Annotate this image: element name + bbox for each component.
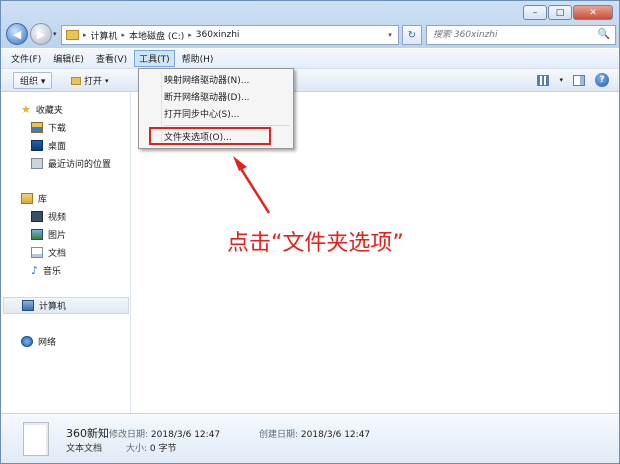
search-input[interactable] <box>433 30 593 40</box>
nav-label: 最近访问的位置 <box>48 160 112 170</box>
menu-divider <box>164 125 290 126</box>
view-controls: ▾ ? <box>537 73 609 87</box>
open-label: 打开 <box>84 77 103 87</box>
menu-bar: 文件(F) 编辑(E) 查看(V) 工具(T) 帮助(H) <box>1 49 619 69</box>
nav-downloads[interactable]: 下载 <box>31 119 66 136</box>
size-label: 大小: <box>126 444 148 454</box>
organize-label: 组织 ▾ <box>20 77 46 87</box>
nav-network[interactable]: 网络 <box>21 333 56 350</box>
search-icon[interactable]: 🔍 <box>598 29 610 40</box>
recent-places-icon <box>31 158 43 169</box>
menu-tools[interactable]: 工具(T) <box>134 50 175 67</box>
open-button[interactable]: 打开 ▾ <box>65 72 115 89</box>
menu-item-open-sync-center[interactable]: 打开同步中心(S)... <box>164 106 239 121</box>
chevron-down-icon: ▾ <box>105 76 109 85</box>
menu-item-disconnect-network-drive[interactable]: 断开网络驱动器(D)... <box>164 89 250 104</box>
nav-label: 计算机 <box>39 302 67 312</box>
views-icon[interactable] <box>537 74 550 86</box>
nav-computer[interactable]: 计算机 <box>3 297 129 314</box>
nav-recent-places[interactable]: 最近访问的位置 <box>31 155 111 172</box>
nav-music[interactable]: ♪ 音乐 <box>31 262 61 279</box>
maximize-button[interactable]: □ <box>548 5 572 20</box>
created-label: 创建日期: <box>259 430 299 440</box>
close-button[interactable]: ✕ <box>573 5 613 20</box>
created-value: 2018/3/6 12:47 <box>300 430 371 440</box>
menu-item-map-network-drive[interactable]: 映射网络驱动器(N)... <box>164 72 249 87</box>
modified-date: 修改日期: 2018/3/6 12:47 <box>109 427 220 440</box>
nav-label: 下载 <box>48 124 67 134</box>
library-icon <box>21 193 33 204</box>
menu-edit[interactable]: 编辑(E) <box>48 50 89 67</box>
breadcrumb-separator-icon[interactable]: ▸ <box>83 31 87 39</box>
text-file-icon <box>23 422 49 456</box>
nav-libraries[interactable]: 库 <box>21 190 47 207</box>
help-icon[interactable]: ? <box>595 73 609 87</box>
window-controls: – □ ✕ <box>523 5 613 20</box>
nav-label: 收藏夹 <box>35 106 63 116</box>
size-value: 0 字节 <box>149 444 177 454</box>
forward-button[interactable]: ▶ <box>30 23 52 45</box>
nav-label: 网络 <box>38 338 57 348</box>
recent-pages-button[interactable]: ▾ <box>53 30 57 38</box>
modified-value: 2018/3/6 12:47 <box>150 430 221 440</box>
nav-label: 桌面 <box>48 142 67 152</box>
file-name: 360新知 <box>66 427 109 440</box>
menu-file[interactable]: 文件(F) <box>6 50 46 67</box>
menu-help[interactable]: 帮助(H) <box>177 50 219 67</box>
refresh-button[interactable]: ↻ <box>402 25 422 45</box>
breadcrumb-separator-icon[interactable]: ▸ <box>188 31 192 39</box>
file-size: 大小: 0 字节 <box>126 441 177 454</box>
views-chevron-down-icon[interactable]: ▾ <box>559 76 563 84</box>
annotation-text: 点击“文件夹选项” <box>227 231 404 256</box>
minimize-button[interactable]: – <box>523 5 547 20</box>
nav-label: 视频 <box>48 213 67 223</box>
computer-icon <box>22 300 34 311</box>
address-dropdown-icon[interactable]: ▾ <box>382 26 398 44</box>
navigation-pane: ★ 收藏夹 下载 桌面 最近访问的位置 库 视频 图片 文档 ♪ 音乐 计算机 … <box>1 93 131 413</box>
forward-arrow-icon: ▶ <box>36 27 46 41</box>
refresh-icon: ↻ <box>407 29 417 41</box>
address-bar[interactable]: ▸ 计算机 ▸ 本地磁盘 (C:) ▸ 360xinzhi ▾ <box>61 25 399 45</box>
search-box[interactable]: 🔍 <box>426 25 616 45</box>
nav-videos[interactable]: 视频 <box>31 208 66 225</box>
folder-icon <box>71 76 81 85</box>
preview-pane-icon[interactable] <box>573 74 585 86</box>
command-bar: 组织 ▾ 打开 ▾ ▾ ? <box>1 69 619 92</box>
folder-options-highlight-box <box>149 127 271 145</box>
menu-view[interactable]: 查看(V) <box>91 50 132 67</box>
file-type: 文本文档 <box>66 444 103 454</box>
nav-label: 音乐 <box>43 267 62 277</box>
nav-label: 文档 <box>48 249 67 259</box>
nav-label: 图片 <box>48 231 67 241</box>
explorer-window: – □ ✕ ◀ ▶ ▾ ▸ 计算机 ▸ 本地磁盘 (C:) ▸ 360xinzh… <box>0 0 620 464</box>
pictures-icon <box>31 229 43 240</box>
nav-documents[interactable]: 文档 <box>31 244 66 261</box>
nav-desktop[interactable]: 桌面 <box>31 137 66 154</box>
organize-button[interactable]: 组织 ▾ <box>13 72 53 89</box>
back-arrow-icon: ◀ <box>12 27 22 41</box>
network-icon <box>21 336 33 347</box>
breadcrumb-local-disk[interactable]: 本地磁盘 (C:) <box>129 29 184 42</box>
star-icon: ★ <box>21 103 31 116</box>
video-icon <box>31 211 43 222</box>
modified-label: 修改日期: <box>109 430 149 440</box>
downloads-folder-icon <box>31 122 43 133</box>
title-bar: – □ ✕ ◀ ▶ ▾ ▸ 计算机 ▸ 本地磁盘 (C:) ▸ 360xinzh… <box>1 1 619 48</box>
folder-icon <box>66 30 79 40</box>
nav-favorites[interactable]: ★ 收藏夹 <box>21 101 63 118</box>
desktop-icon <box>31 140 43 151</box>
music-note-icon: ♪ <box>31 264 39 277</box>
breadcrumb-360xinzhi[interactable]: 360xinzhi <box>196 30 240 40</box>
breadcrumb-computer[interactable]: 计算机 <box>91 29 118 42</box>
nav-pictures[interactable]: 图片 <box>31 226 66 243</box>
documents-icon <box>31 247 43 258</box>
nav-label: 库 <box>38 195 48 205</box>
back-button[interactable]: ◀ <box>6 23 28 45</box>
details-pane: 360新知 修改日期: 2018/3/6 12:47 创建日期: 2018/3/… <box>1 413 619 463</box>
breadcrumb-separator-icon[interactable]: ▸ <box>122 31 126 39</box>
created-date: 创建日期: 2018/3/6 12:47 <box>259 427 370 440</box>
